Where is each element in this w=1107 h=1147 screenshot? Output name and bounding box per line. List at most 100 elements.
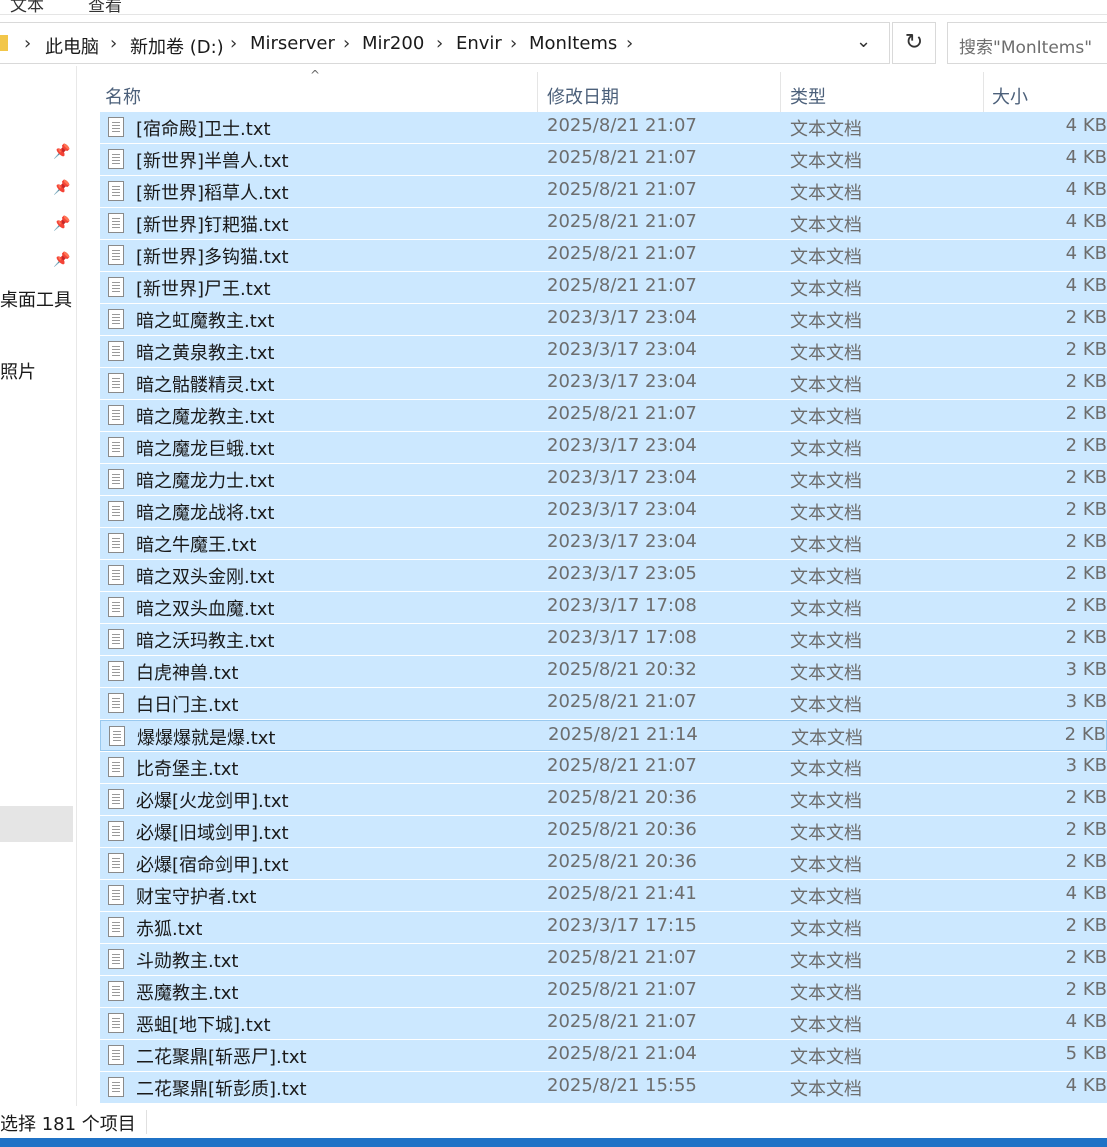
file-row[interactable]: [新世界]多钩猫.txt 2025/8/21 21:07 文本文档 4 KB (100, 240, 1107, 271)
file-row[interactable]: 暗之双头金刚.txt 2023/3/17 23:05 文本文档 2 KB (100, 560, 1107, 591)
ribbon: 文本 查看 (0, 0, 1107, 15)
nav-item-selected[interactable] (0, 806, 73, 842)
breadcrumb-envir[interactable]: Envir (456, 33, 502, 54)
file-size: 5 KB (1065, 1043, 1107, 1064)
file-modified-date: 2025/8/21 15:55 (547, 1075, 697, 1096)
file-row[interactable]: 爆爆爆就是爆.txt 2025/8/21 21:14 文本文档 2 KB (100, 720, 1107, 751)
address-history-dropdown-icon[interactable]: ⌄ (856, 31, 871, 52)
ribbon-tab-view[interactable]: 查看 (88, 0, 122, 14)
file-name: 必爆[旧域剑甲].txt (136, 823, 289, 844)
column-header-date[interactable]: 修改日期 (547, 83, 619, 109)
file-modified-date: 2025/8/21 20:36 (547, 851, 697, 872)
file-size: 2 KB (1065, 819, 1107, 840)
file-name: [新世界]钉耙猫.txt (136, 215, 289, 236)
file-type: 文本文档 (790, 983, 862, 1004)
file-row[interactable]: 暗之骷髅精灵.txt 2023/3/17 23:04 文本文档 2 KB (100, 368, 1107, 399)
file-size: 2 KB (1065, 435, 1107, 456)
taskbar (0, 1138, 1107, 1147)
file-row[interactable]: 二花聚鼎[斩恶尸].txt 2025/8/21 21:04 文本文档 5 KB (100, 1040, 1107, 1071)
file-name: 爆爆爆就是爆.txt (137, 728, 276, 749)
file-modified-date: 2023/3/17 23:04 (547, 467, 697, 488)
column-header-name[interactable]: 名称 (105, 83, 141, 109)
file-row[interactable]: 白日门主.txt 2025/8/21 21:07 文本文档 3 KB (100, 688, 1107, 719)
file-type: 文本文档 (790, 855, 862, 876)
file-type: 文本文档 (790, 695, 862, 716)
file-size: 3 KB (1065, 691, 1107, 712)
text-file-icon (108, 661, 124, 681)
file-row[interactable]: 暗之魔龙战将.txt 2023/3/17 23:04 文本文档 2 KB (100, 496, 1107, 527)
file-row[interactable]: 暗之双头血魔.txt 2023/3/17 17:08 文本文档 2 KB (100, 592, 1107, 623)
file-size: 2 KB (1064, 724, 1106, 745)
text-file-icon (108, 1013, 124, 1033)
text-file-icon (108, 149, 124, 169)
file-row[interactable]: 恶魔教主.txt 2025/8/21 21:07 文本文档 2 KB (100, 976, 1107, 1007)
pin-icon: 📌 (53, 252, 71, 268)
file-name: 暗之虹魔教主.txt (136, 311, 275, 332)
file-row[interactable]: 暗之魔龙力士.txt 2023/3/17 23:04 文本文档 2 KB (100, 464, 1107, 495)
file-type: 文本文档 (790, 631, 862, 652)
breadcrumb-mirserver[interactable]: Mirserver (250, 33, 335, 54)
column-header-type[interactable]: 类型 (790, 83, 826, 109)
breadcrumb-drive-d[interactable]: 新加卷 (D:) (130, 33, 224, 59)
chevron-right-icon[interactable]: › (436, 33, 443, 54)
ribbon-tab-text[interactable]: 文本 (10, 0, 44, 14)
chevron-right-icon[interactable]: › (510, 33, 517, 54)
chevron-right-icon[interactable]: › (343, 33, 350, 54)
file-modified-date: 2025/8/21 21:04 (547, 1043, 697, 1064)
breadcrumb-mir200[interactable]: Mir200 (362, 33, 424, 54)
file-name: 白日门主.txt (136, 695, 239, 716)
file-row[interactable]: 必爆[火龙剑甲].txt 2025/8/21 20:36 文本文档 2 KB (100, 784, 1107, 815)
chevron-right-icon[interactable]: › (626, 33, 633, 54)
file-modified-date: 2023/3/17 23:04 (547, 371, 697, 392)
file-row[interactable]: [新世界]稻草人.txt 2025/8/21 21:07 文本文档 4 KB (100, 176, 1107, 207)
file-size: 4 KB (1065, 147, 1107, 168)
nav-item-photos[interactable]: 照片 (0, 358, 36, 384)
text-file-icon (108, 245, 124, 265)
file-modified-date: 2023/3/17 17:08 (547, 595, 697, 616)
file-row[interactable]: [新世界]尸王.txt 2025/8/21 21:07 文本文档 4 KB (100, 272, 1107, 303)
file-row[interactable]: 暗之沃玛教主.txt 2023/3/17 17:08 文本文档 2 KB (100, 624, 1107, 655)
file-row[interactable]: 必爆[旧域剑甲].txt 2025/8/21 20:36 文本文档 2 KB (100, 816, 1107, 847)
file-row[interactable]: 暗之黄泉教主.txt 2023/3/17 23:04 文本文档 2 KB (100, 336, 1107, 367)
file-row[interactable]: 暗之魔龙教主.txt 2025/8/21 21:07 文本文档 2 KB (100, 400, 1107, 431)
breadcrumb-this-pc[interactable]: 此电脑 (45, 33, 99, 59)
refresh-button[interactable]: ↻ (892, 22, 936, 64)
file-name: 暗之魔龙力士.txt (136, 471, 275, 492)
chevron-right-icon[interactable]: › (230, 33, 237, 54)
file-row[interactable]: 财宝守护者.txt 2025/8/21 21:41 文本文档 4 KB (100, 880, 1107, 911)
file-name: 暗之骷髅精灵.txt (136, 375, 275, 396)
file-row[interactable]: 暗之魔龙巨蛾.txt 2023/3/17 23:04 文本文档 2 KB (100, 432, 1107, 463)
column-divider[interactable] (780, 72, 781, 112)
file-row[interactable]: 暗之牛魔王.txt 2023/3/17 23:04 文本文档 2 KB (100, 528, 1107, 559)
file-name: 暗之魔龙战将.txt (136, 503, 275, 524)
file-row[interactable]: 暗之虹魔教主.txt 2023/3/17 23:04 文本文档 2 KB (100, 304, 1107, 335)
text-file-icon (108, 373, 124, 393)
file-row[interactable]: 斗勋教主.txt 2025/8/21 21:07 文本文档 2 KB (100, 944, 1107, 975)
search-input[interactable]: 搜索"MonItems" (947, 22, 1107, 64)
file-modified-date: 2023/3/17 23:04 (547, 307, 697, 328)
file-row[interactable]: [新世界]半兽人.txt 2025/8/21 21:07 文本文档 4 KB (100, 144, 1107, 175)
file-type: 文本文档 (790, 823, 862, 844)
column-divider[interactable] (537, 72, 538, 112)
file-size: 4 KB (1065, 883, 1107, 904)
file-row[interactable]: [新世界]钉耙猫.txt 2025/8/21 21:07 文本文档 4 KB (100, 208, 1107, 239)
chevron-right-icon[interactable]: › (110, 33, 117, 54)
file-row[interactable]: 必爆[宿命剑甲].txt 2025/8/21 20:36 文本文档 2 KB (100, 848, 1107, 879)
chevron-right-icon[interactable]: › (24, 33, 31, 54)
file-row[interactable]: 赤狐.txt 2023/3/17 17:15 文本文档 2 KB (100, 912, 1107, 943)
file-row[interactable]: 白虎神兽.txt 2025/8/21 20:32 文本文档 3 KB (100, 656, 1107, 687)
breadcrumb-monitems[interactable]: MonItems (529, 33, 617, 54)
column-header-size[interactable]: 大小 (992, 83, 1028, 109)
file-name: 暗之沃玛教主.txt (136, 631, 275, 652)
file-row[interactable]: [宿命殿]卫士.txt 2025/8/21 21:07 文本文档 4 KB (100, 112, 1107, 143)
file-row[interactable]: 比奇堡主.txt 2025/8/21 21:07 文本文档 3 KB (100, 752, 1107, 783)
text-file-icon (108, 597, 124, 617)
file-row[interactable]: 二花聚鼎[斩彭质].txt 2025/8/21 15:55 文本文档 4 KB (100, 1072, 1107, 1103)
text-file-icon (108, 405, 124, 425)
column-divider[interactable] (983, 72, 984, 112)
text-file-icon (108, 693, 124, 713)
address-bar[interactable]: › 此电脑 › 新加卷 (D:) › Mirserver › Mir200 › … (0, 22, 890, 64)
file-row[interactable]: 恶蛆[地下城].txt 2025/8/21 21:07 文本文档 4 KB (100, 1008, 1107, 1039)
text-file-icon (108, 533, 124, 553)
nav-item-desktop-tools[interactable]: 桌面工具 (0, 286, 72, 312)
